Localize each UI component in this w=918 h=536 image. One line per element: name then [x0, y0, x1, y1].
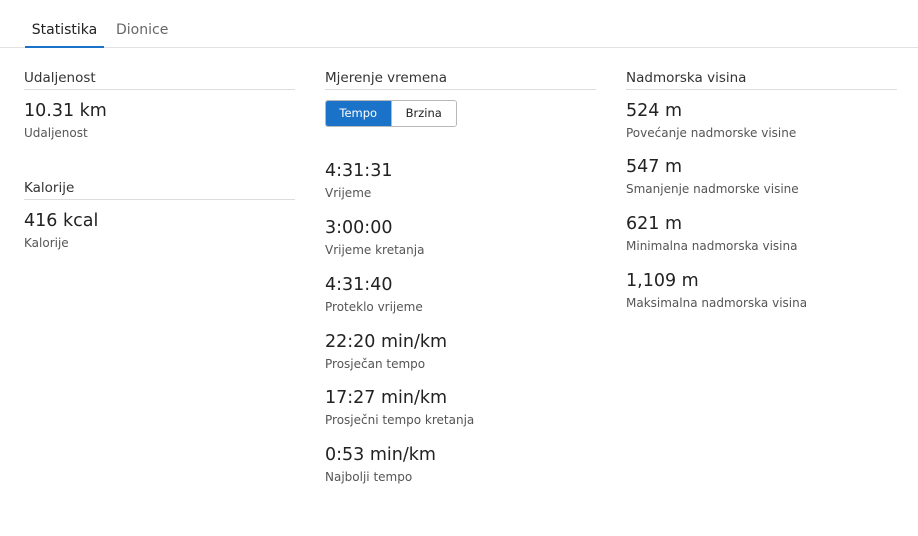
stat-value: 22:20 min/km — [325, 332, 448, 352]
stat-label: Vrijeme kretanja — [325, 243, 425, 257]
pace-speed-toggle: Tempo Brzina — [325, 100, 457, 127]
stat-value: 17:27 min/km — [325, 388, 448, 408]
stat-label: Prosječan tempo — [325, 357, 426, 371]
stat-label: Povećanje nadmorske visine — [626, 126, 797, 140]
section-title-timing: Mjerenje vremena — [325, 69, 596, 90]
stat-value: 524 m — [626, 101, 683, 121]
activity-stats-page: Statistika Dionice Udaljenost 10.31 km U… — [0, 0, 918, 536]
section-title-calories: Kalorije — [24, 179, 295, 200]
stat-value: 0:53 min/km — [325, 445, 436, 465]
stat-time: 4:31:31 Vrijeme — [325, 160, 596, 201]
stat-value: 10.31 km — [24, 101, 107, 121]
stat-label: Proteklo vrijeme — [325, 300, 423, 314]
tab-statistika[interactable]: Statistika — [25, 20, 104, 48]
stat-label: Maksimalna nadmorska visina — [626, 296, 808, 310]
stat-value: 621 m — [626, 214, 683, 234]
stat-avg-pace: 22:20 min/km Prosječan tempo — [325, 331, 596, 372]
stat-label: Vrijeme — [325, 186, 372, 200]
stat-label: Minimalna nadmorska visina — [626, 239, 798, 253]
stat-distance: 10.31 km Udaljenost — [24, 100, 295, 141]
toggle-brzina-button[interactable]: Brzina — [390, 101, 456, 126]
stat-elevation-loss: 547 m Smanjenje nadmorske visine — [626, 156, 897, 197]
tab-dionice[interactable]: Dionice — [116, 20, 168, 40]
stat-value: 416 kcal — [24, 211, 99, 231]
stat-value: 4:31:31 — [325, 161, 393, 181]
stat-value: 4:31:40 — [325, 275, 393, 295]
stat-min-elevation: 621 m Minimalna nadmorska visina — [626, 213, 897, 254]
stat-moving-time: 3:00:00 Vrijeme kretanja — [325, 217, 596, 258]
section-title-distance: Udaljenost — [24, 69, 295, 90]
tab-bar: Statistika Dionice — [0, 0, 918, 48]
stat-value: 1,109 m — [626, 271, 699, 291]
stat-value: 3:00:00 — [325, 218, 393, 238]
toggle-tempo-button[interactable]: Tempo — [326, 101, 391, 126]
stat-best-pace: 0:53 min/km Najbolji tempo — [325, 444, 596, 485]
section-title-elevation: Nadmorska visina — [626, 69, 897, 90]
stat-elapsed-time: 4:31:40 Proteklo vrijeme — [325, 274, 596, 315]
stat-label: Smanjenje nadmorske visine — [626, 182, 799, 196]
stat-label: Udaljenost — [24, 126, 88, 140]
stat-value: 547 m — [626, 157, 683, 177]
stat-avg-moving-pace: 17:27 min/km Prosječni tempo kretanja — [325, 387, 596, 428]
stat-label: Kalorije — [24, 236, 69, 250]
stat-max-elevation: 1,109 m Maksimalna nadmorska visina — [626, 270, 897, 311]
stat-label: Prosječni tempo kretanja — [325, 413, 475, 427]
stat-elevation-gain: 524 m Povećanje nadmorske visine — [626, 100, 897, 141]
stat-calories: 416 kcal Kalorije — [24, 210, 295, 251]
stat-label: Najbolji tempo — [325, 470, 413, 484]
